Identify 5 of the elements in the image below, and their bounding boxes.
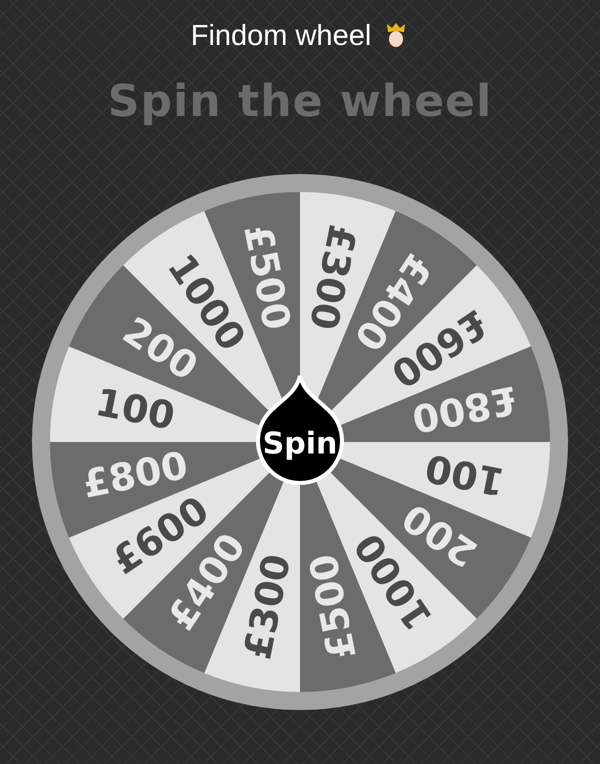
segment-label: 100 [92, 380, 178, 439]
segment-label: 100 [422, 445, 508, 504]
heading: Spin the wheel [108, 80, 492, 124]
spin-button[interactable]: Spin [256, 374, 344, 485]
screen-title: Findom wheel [190, 22, 372, 50]
